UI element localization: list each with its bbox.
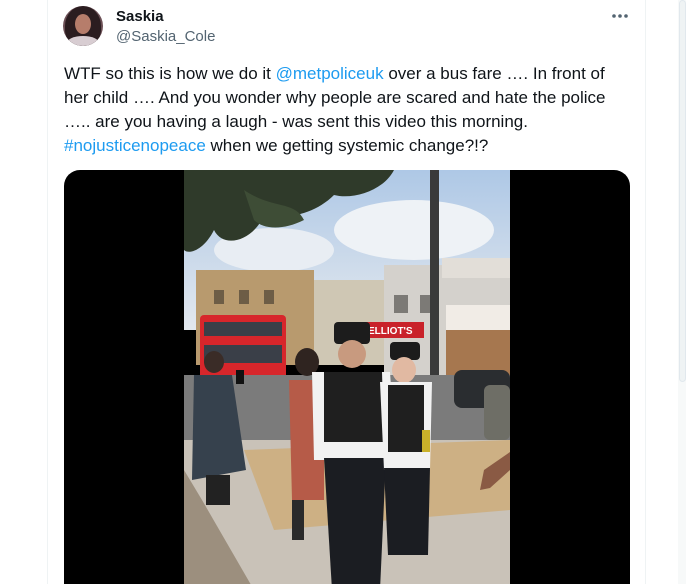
ellipsis-icon[interactable] — [608, 6, 632, 26]
cloud — [334, 200, 494, 260]
hashtag-link[interactable]: #nojusticenopeace — [64, 136, 206, 155]
shop-sign: ELLIOT'S — [368, 326, 413, 337]
police-head — [392, 357, 416, 383]
video-player[interactable]: ELLIOT'S — [64, 170, 630, 584]
police-head — [338, 340, 366, 368]
police-legs — [324, 458, 386, 584]
tweet-text-part3: when we getting systemic change?!? — [205, 136, 489, 155]
avatar[interactable] — [63, 6, 103, 46]
lamp-post — [430, 170, 439, 410]
window — [239, 290, 249, 304]
scrollbar-thumb[interactable] — [679, 0, 686, 382]
bus-window — [204, 322, 282, 336]
author-name[interactable]: Saskia — [116, 8, 164, 25]
police-legs — [384, 468, 430, 555]
tweet-page: Saskia @Saskia_Cole WTF so this is how w… — [0, 0, 686, 584]
person-legs — [206, 475, 230, 505]
person-head — [204, 351, 224, 373]
tweet-text: WTF so this is how we do it @metpoliceuk… — [64, 62, 630, 158]
car — [484, 385, 510, 440]
avatar-shirt — [67, 36, 99, 46]
window — [394, 295, 408, 313]
person-head — [295, 348, 319, 376]
window — [264, 290, 274, 304]
police-radio — [422, 430, 430, 452]
police-vest — [388, 385, 424, 452]
timeline-border-right — [645, 0, 646, 584]
police-vest — [324, 372, 384, 442]
window — [214, 290, 224, 304]
phone — [236, 370, 244, 384]
timeline-border-left — [47, 0, 48, 584]
video-frame: ELLIOT'S — [184, 170, 510, 584]
author-handle[interactable]: @Saskia_Cole — [116, 28, 215, 45]
mention-link[interactable]: @metpoliceuk — [276, 64, 384, 83]
person-legs — [292, 500, 304, 540]
avatar-face — [75, 14, 91, 34]
tweet-text-part1: WTF so this is how we do it — [64, 64, 276, 83]
building-roof — [442, 258, 510, 278]
shop-front — [446, 305, 510, 330]
